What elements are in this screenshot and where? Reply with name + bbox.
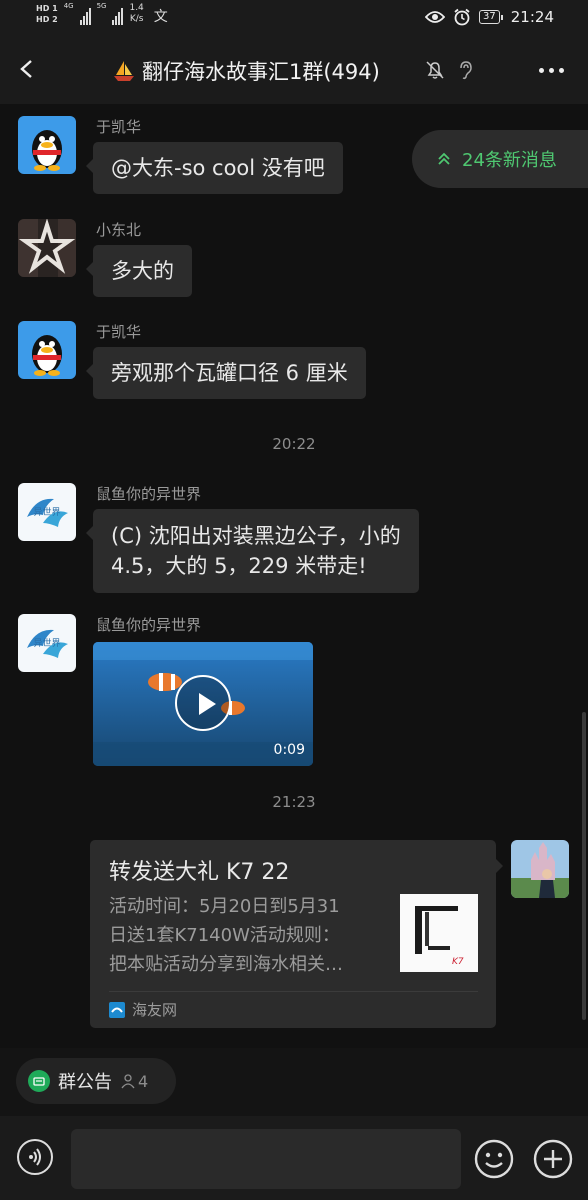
link-desc-line: 把本贴活动分享到海水相关… — [109, 954, 343, 975]
sender-name: 于凯华 — [96, 323, 142, 341]
clock: 21:24 — [510, 8, 554, 26]
sender-name: 鼠鱼你的异世界 — [96, 614, 201, 635]
voice-icon — [29, 1148, 41, 1166]
star-hands-avatar[interactable] — [18, 219, 76, 277]
link-title: 转发送大礼 K7 22 — [109, 860, 290, 885]
message-input[interactable] — [71, 1129, 461, 1189]
ear-icon — [460, 61, 472, 80]
announcement-count: 4 — [120, 1072, 148, 1091]
chat-area[interactable]: 于凯华 @大东-so cool 没有吧 24条新消息 小东北 多大的 于凯华 旁… — [0, 104, 588, 1048]
hd-indicators: HD 1 HD 2 — [36, 3, 58, 25]
sender-name: 鼠鱼你的异世界 — [96, 483, 201, 504]
input-bar — [0, 1116, 588, 1200]
hd2-label: HD 2 — [36, 15, 58, 24]
link-source-name: 海友网 — [132, 1001, 178, 1019]
network-speed: 1.4 K/s — [129, 3, 143, 25]
qq-penguin-avatar[interactable] — [18, 321, 76, 379]
message-bubble[interactable]: @大东-so cool 没有吧 — [86, 142, 343, 194]
sender-name-text: 鼠鱼你的异世界 — [96, 616, 202, 634]
sailboat-icon — [114, 61, 134, 81]
network2-label: 5G — [96, 2, 107, 10]
divider — [109, 991, 478, 992]
video-message[interactable]: 0:09 — [93, 642, 313, 766]
emoji-icon[interactable] — [474, 1139, 514, 1179]
add-icon[interactable] — [533, 1139, 573, 1179]
double-chevron-up-icon — [438, 152, 450, 165]
sender-name-text: 鼠鱼你的异世界 — [96, 485, 202, 503]
alarm-icon — [454, 8, 470, 26]
sender-name: 小东北 — [96, 221, 142, 239]
message-line: 4.5，大的 5，229 米带走! — [111, 554, 367, 578]
thumb-brand: K7 — [452, 957, 464, 967]
network1-label: 4G — [63, 2, 74, 10]
chat-title[interactable]: 翻仔海水故事汇1群(494) — [112, 56, 380, 86]
shared-link-card[interactable]: 转发送大礼 K7 22 活动时间：5月20日到5月31 日送1套K7140W活动… — [90, 840, 503, 1028]
message-line: (C) 沈阳出对装黑边公子，小的 — [111, 524, 401, 548]
link-thumbnail: K7 — [400, 894, 478, 972]
link-source: 海友网 — [109, 999, 177, 1020]
sender-name: 于凯华 — [96, 118, 142, 136]
battery-level: 37 — [479, 10, 500, 24]
signal2-icon — [112, 5, 124, 25]
scrollbar[interactable] — [582, 712, 586, 1020]
self-avatar[interactable] — [511, 840, 569, 898]
battery-icon: 37 — [479, 10, 503, 24]
chat-title-text: 翻仔海水故事汇1群(494) — [142, 60, 380, 84]
link-description: 活动时间：5月20日到5月31 日送1套K7140W活动规则： 把本贴活动分享到… — [109, 892, 379, 979]
message-bubble[interactable]: (C) 沈阳出对装黑边公子，小的 4.5，大的 5，229 米带走! — [86, 509, 419, 593]
speed-unit: K/s — [129, 14, 144, 24]
fish-logo-avatar[interactable]: 异世界 — [18, 483, 76, 541]
link-desc-line: 活动时间：5月20日到5月31 — [109, 896, 340, 917]
eye-icon — [425, 11, 446, 23]
announcement-label: 群公告 — [58, 1072, 112, 1093]
video-duration: 0:09 — [273, 742, 305, 758]
status-bar: HD 1 HD 2 4G 5G 1.4 K/s 文 37 21:24 — [0, 0, 588, 38]
message-bubble[interactable]: 多大的 — [86, 245, 192, 297]
person-icon — [121, 1074, 135, 1089]
svg-text:异世界: 异世界 — [33, 637, 60, 649]
timestamp: 21:23 — [272, 793, 316, 811]
announcement-icon — [28, 1070, 50, 1092]
new-messages-label: 24条新消息 — [462, 150, 557, 171]
announcement-strip: 群公告 4 — [0, 1048, 588, 1116]
message-bubble[interactable]: 旁观那个瓦罐口径 6 厘米 — [86, 347, 366, 399]
chat-header: 翻仔海水故事汇1群(494) — [0, 38, 588, 104]
new-messages-button[interactable]: 24条新消息 — [412, 130, 588, 188]
voice-input-button[interactable] — [17, 1139, 53, 1175]
announcement-button[interactable]: 群公告 4 — [16, 1058, 176, 1104]
play-icon[interactable] — [175, 675, 231, 731]
qq-penguin-avatar[interactable] — [18, 116, 76, 174]
fish-logo-avatar[interactable]: 异世界 — [18, 614, 76, 672]
more-icon[interactable] — [539, 68, 564, 73]
bell-off-icon — [426, 61, 444, 79]
speed-value: 1.4 — [129, 3, 144, 13]
timestamp: 20:22 — [272, 435, 316, 453]
link-desc-line: 日送1套K7140W活动规则： — [109, 925, 340, 946]
site-logo-icon — [109, 1001, 125, 1018]
signal1-icon — [79, 5, 91, 25]
announcement-count-value: 4 — [138, 1071, 149, 1091]
translate-icon: 文 — [153, 9, 168, 25]
back-icon[interactable] — [18, 60, 36, 78]
status-left: HD 1 HD 2 4G 5G 1.4 K/s 文 — [36, 2, 168, 26]
svg-text:异世界: 异世界 — [33, 506, 60, 518]
hd1-label: HD 1 — [36, 4, 58, 13]
status-right: 37 21:24 — [425, 8, 554, 26]
